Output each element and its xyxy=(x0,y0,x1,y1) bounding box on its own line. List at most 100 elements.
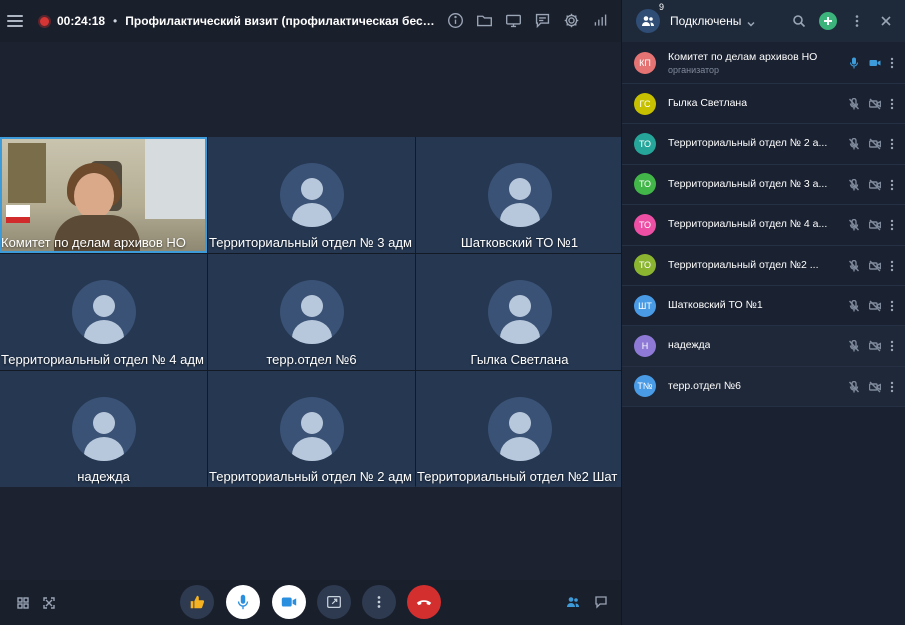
camera-icon[interactable] xyxy=(868,380,882,398)
participant-row[interactable]: ТО Территориальный отдел № 2 а... xyxy=(622,124,905,165)
camera-button[interactable] xyxy=(272,585,306,619)
chat-icon[interactable] xyxy=(594,595,608,614)
video-tile[interactable]: Шатковский ТО №1 xyxy=(416,137,623,253)
more-vertical-icon[interactable] xyxy=(890,259,894,277)
settings-icon[interactable] xyxy=(562,11,580,29)
participants-toggle[interactable]: 9 xyxy=(636,2,664,33)
more-vertical-icon[interactable] xyxy=(890,299,894,317)
recording-indicator-icon xyxy=(40,16,49,26)
participant-row[interactable]: Н надежда xyxy=(622,326,905,367)
call-timer: 00:24:18 xyxy=(57,14,106,28)
avatar: Н xyxy=(634,335,656,358)
mic-icon[interactable] xyxy=(848,218,860,236)
camera-icon[interactable] xyxy=(868,178,882,196)
chat-icon[interactable] xyxy=(533,11,551,29)
close-icon[interactable] xyxy=(877,12,895,30)
video-tile[interactable]: терр.отдел №6 xyxy=(208,254,415,370)
tile-name: Гылка Светлана xyxy=(470,352,569,367)
participant-row[interactable]: ГС Гылка Светлана xyxy=(622,84,905,125)
more-vertical-icon[interactable] xyxy=(890,97,894,115)
microphone-button[interactable] xyxy=(226,585,260,619)
participant-name: Шатковский ТО №1 xyxy=(668,298,763,311)
mic-icon[interactable] xyxy=(848,137,860,155)
user-placeholder-icon xyxy=(279,280,344,344)
participant-list: КП Комитет по делам архивов НО организат… xyxy=(622,43,905,408)
video-tile[interactable]: Территориальный отдел № 2 адм xyxy=(208,371,415,487)
avatar: ТО xyxy=(634,213,656,236)
participants-panel: 9 Подключены КП Комитет по делам архивов… xyxy=(621,0,905,625)
participant-row[interactable]: ТО Территориальный отдел № 3 а... xyxy=(622,165,905,206)
mic-icon[interactable] xyxy=(848,299,860,317)
tile-name: надежда xyxy=(77,469,130,484)
share-screen-button[interactable] xyxy=(317,585,351,619)
panel-title-dropdown[interactable]: Подключены xyxy=(670,14,741,28)
menu-icon[interactable] xyxy=(7,15,23,27)
camera-icon[interactable] xyxy=(868,97,882,115)
more-vertical-icon[interactable] xyxy=(848,12,866,30)
screen-share-icon[interactable] xyxy=(504,11,522,29)
fullscreen-icon[interactable] xyxy=(43,596,55,614)
video-tile[interactable]: Гылка Светлана xyxy=(416,254,623,370)
more-vertical-icon[interactable] xyxy=(890,137,894,155)
tile-name: Шатковский ТО №1 xyxy=(460,235,579,250)
video-tile[interactable]: Территориальный отдел № 3 адм xyxy=(208,137,415,253)
add-participant-button[interactable] xyxy=(819,12,837,30)
camera-icon[interactable] xyxy=(868,299,882,317)
more-vertical-icon[interactable] xyxy=(890,380,894,398)
participant-row[interactable]: Т№ терр.отдел №6 xyxy=(622,366,905,408)
mic-icon[interactable] xyxy=(848,178,860,196)
grid-layout-icon[interactable] xyxy=(17,596,29,614)
mic-icon[interactable] xyxy=(848,56,860,74)
video-grid: Комитет по делам архивов НО Территориаль… xyxy=(0,137,623,487)
video-tile[interactable]: Комитет по делам архивов НО xyxy=(0,137,207,253)
camera-icon[interactable] xyxy=(868,137,882,155)
video-tile[interactable]: Территориальный отдел №2 Шат xyxy=(416,371,623,487)
more-vertical-icon[interactable] xyxy=(890,218,894,236)
info-icon[interactable] xyxy=(446,11,464,29)
mic-icon[interactable] xyxy=(848,97,860,115)
camera-icon[interactable] xyxy=(869,56,881,74)
user-placeholder-icon xyxy=(279,163,344,227)
camera-icon[interactable] xyxy=(868,218,882,236)
user-placeholder-icon xyxy=(487,397,552,461)
signal-icon[interactable] xyxy=(591,11,609,29)
bottom-bar xyxy=(0,580,621,625)
hang-up-button[interactable] xyxy=(407,585,441,619)
conference-main-area: 00:24:18 • Профилактический визит (профи… xyxy=(0,0,623,625)
tile-name: терр.отдел №6 xyxy=(266,352,357,367)
mic-icon[interactable] xyxy=(848,380,860,398)
participants-icon[interactable] xyxy=(566,595,580,614)
mic-icon[interactable] xyxy=(848,259,860,277)
reaction-button[interactable] xyxy=(180,585,214,619)
participant-row[interactable]: КП Комитет по делам архивов НО организат… xyxy=(622,43,905,84)
avatar: ШТ xyxy=(634,294,656,317)
more-vertical-icon[interactable] xyxy=(890,178,894,196)
avatar: Т№ xyxy=(634,375,656,398)
camera-icon[interactable] xyxy=(868,339,882,357)
participants-icon xyxy=(642,16,654,26)
folder-icon[interactable] xyxy=(475,11,493,29)
tile-name: Территориальный отдел № 2 адм xyxy=(209,469,412,484)
participant-name: надежда xyxy=(668,339,711,352)
mic-icon[interactable] xyxy=(848,339,860,357)
participant-row[interactable]: ТО Территориальный отдел №2 ... xyxy=(622,246,905,286)
participant-count: 9 xyxy=(658,2,664,12)
participant-row[interactable]: ШТ Шатковский ТО №1 xyxy=(622,286,905,327)
video-tile[interactable]: Территориальный отдел № 4 адм xyxy=(0,254,207,370)
more-vertical-icon[interactable] xyxy=(890,56,894,74)
more-options-button[interactable] xyxy=(362,585,396,619)
avatar: ТО xyxy=(634,254,656,277)
more-vertical-icon[interactable] xyxy=(890,339,894,357)
tile-name: Территориальный отдел №2 Шат xyxy=(417,469,618,484)
meeting-title: Профилактический визит (профилактическая… xyxy=(125,14,436,28)
camera-icon[interactable] xyxy=(868,259,882,277)
user-placeholder-icon xyxy=(71,280,136,344)
video-tile[interactable]: надежда xyxy=(0,371,207,487)
participant-name: Комитет по делам архивов НО xyxy=(668,51,818,63)
top-bar: 00:24:18 • Профилактический визит (профи… xyxy=(0,0,621,42)
search-icon[interactable] xyxy=(790,12,808,30)
participant-row[interactable]: ТО Территориальный отдел № 4 а... xyxy=(622,205,905,246)
chevron-down-icon[interactable] xyxy=(746,16,756,27)
avatar: ТО xyxy=(634,173,656,196)
participant-name: Территориальный отдел №2 ... xyxy=(668,258,819,271)
